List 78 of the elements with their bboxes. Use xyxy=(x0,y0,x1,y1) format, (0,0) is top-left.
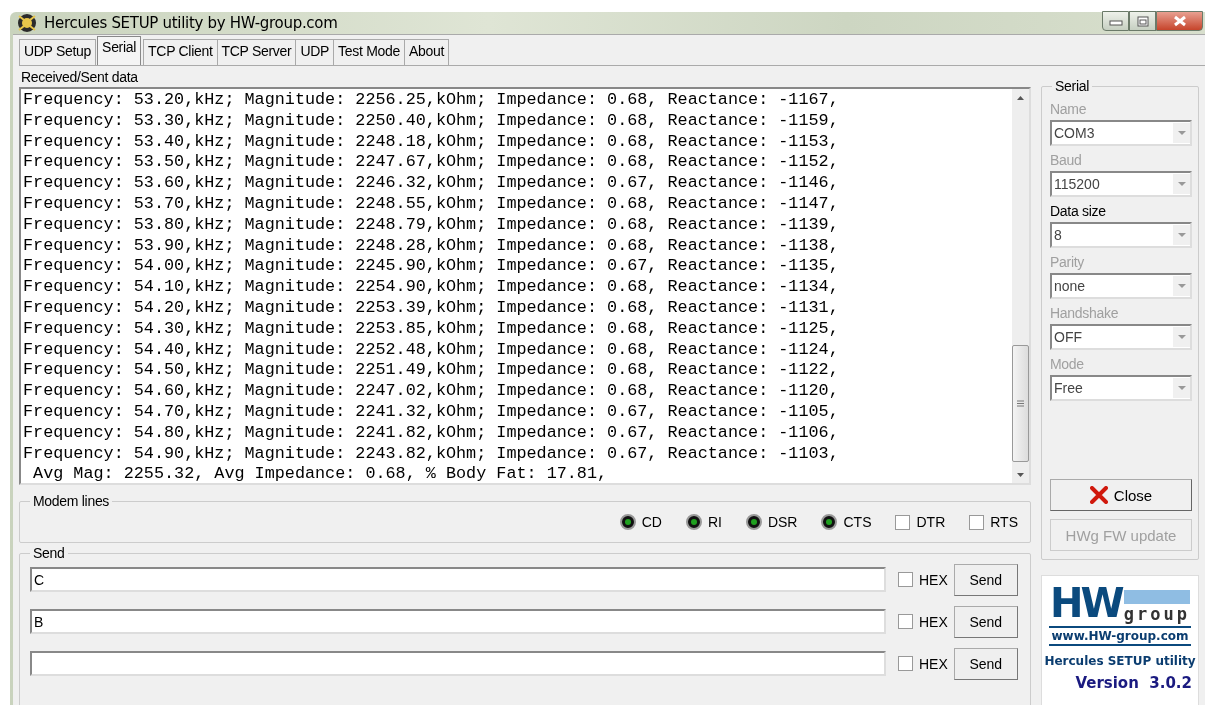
close-button[interactable] xyxy=(1156,11,1203,31)
line-label: CD xyxy=(641,514,662,530)
data-line: Frequency: 53.30,kHz; Magnitude: 2250.40,kOhm; Impedance: 0.68, Reactance: -1159, xyxy=(23,110,839,132)
field-label: Mode xyxy=(1050,356,1085,372)
group-label: Modem lines xyxy=(30,493,113,509)
dropdown-arrow-icon xyxy=(1177,182,1186,186)
send-button[interactable]: Send xyxy=(953,563,1018,596)
data-line: Frequency: 53.60,kHz; Magnitude: 2246.32,kOhm; Impedance: 0.67, Reactance: -1146, xyxy=(23,173,839,194)
cross-icon xyxy=(1089,486,1108,504)
maximize-icon xyxy=(1136,15,1149,27)
window-title: Hercules SETUP utility by HW-group.com xyxy=(44,14,338,32)
hex-label: HEX xyxy=(919,655,948,672)
send-input-field[interactable]: C xyxy=(30,567,886,592)
send-input-field[interactable] xyxy=(30,651,886,676)
data-line: Frequency: 53.20,kHz; Magnitude: 2256.25,kOhm; Impedance: 0.68, Reactance: -1167, xyxy=(23,90,839,111)
grip-icon xyxy=(1017,400,1024,407)
dropdown-arrow-icon xyxy=(1177,335,1186,339)
group-label: Serial xyxy=(1052,78,1092,94)
data-line: Frequency: 53.40,kHz; Magnitude: 2248.18,kOhm; Impedance: 0.68, Reactance: -1153, xyxy=(23,131,839,153)
tab[interactable]: UDP Setup xyxy=(19,39,97,65)
checkbox[interactable] xyxy=(895,514,911,530)
hex-checkbox[interactable] xyxy=(898,572,913,587)
send-input-field[interactable]: B xyxy=(30,609,886,634)
dropdown[interactable]: 8 xyxy=(1050,222,1192,248)
dropdown-arrow-icon xyxy=(1177,386,1186,390)
dropdown-arrow-icon xyxy=(1177,284,1186,288)
data-line: Frequency: 54.30,kHz; Magnitude: 2253.85,kOhm; Impedance: 0.68, Reactance: -1125, xyxy=(23,318,839,340)
line-label: DSR xyxy=(767,514,798,530)
group-label: Send xyxy=(30,545,68,561)
field-label: Handshake xyxy=(1050,305,1120,321)
data-line: Frequency: 54.50,kHz; Magnitude: 2251.49,kOhm; Impedance: 0.68, Reactance: -1122, xyxy=(23,360,839,382)
field-label: Parity xyxy=(1050,254,1085,270)
section-label: Received/Sent data xyxy=(21,69,139,85)
field-label: Name xyxy=(1050,101,1088,117)
scrollbar[interactable] xyxy=(1012,89,1029,483)
data-line: Frequency: 53.80,kHz; Magnitude: 2248.79,kOhm; Impedance: 0.68, Reactance: -1139, xyxy=(23,214,839,236)
minimize-button[interactable] xyxy=(1102,11,1129,31)
field-label: Baud xyxy=(1050,152,1083,168)
tab[interactable]: TCP Client xyxy=(143,39,218,65)
maximize-button[interactable] xyxy=(1129,11,1156,31)
data-line: Frequency: 54.40,kHz; Magnitude: 2252.48,kOhm; Impedance: 0.68, Reactance: -1124, xyxy=(23,339,839,361)
tab[interactable]: About xyxy=(403,39,450,65)
down-arrow-icon xyxy=(1016,471,1025,478)
field-label: Data size xyxy=(1050,203,1107,219)
data-line: Frequency: 54.00,kHz; Magnitude: 2245.90,kOhm; Impedance: 0.67, Reactance: -1135, xyxy=(23,256,839,278)
line-label: CTS xyxy=(843,514,872,530)
line-label: RI xyxy=(707,514,722,530)
data-line: Frequency: 54.10,kHz; Magnitude: 2254.90,kOhm; Impedance: 0.68, Reactance: -1134, xyxy=(23,277,839,298)
tab[interactable]: Serial xyxy=(97,36,142,65)
close-port-button[interactable]: Close xyxy=(1050,479,1192,511)
data-line: Avg Mag: 2255.32, Avg Impedance: 0.68, % Body Fat: 17.81, xyxy=(32,464,608,483)
close-icon xyxy=(1172,15,1187,27)
product-name: Hercules SETUP utility xyxy=(1044,654,1196,668)
data-line: Frequency: 54.80,kHz; Magnitude: 2241.82,kOhm; Impedance: 0.67, Reactance: -1106, xyxy=(23,422,839,444)
data-line: Frequency: 53.70,kHz; Magnitude: 2248.55,kOhm; Impedance: 0.68, Reactance: -1147, xyxy=(23,194,839,215)
line-label: RTS xyxy=(990,514,1018,530)
data-line: Frequency: 53.90,kHz; Magnitude: 2248.28,kOhm; Impedance: 0.68, Reactance: -1138, xyxy=(23,235,839,257)
hex-label: HEX xyxy=(919,571,948,588)
checkbox[interactable] xyxy=(969,514,985,530)
send-button[interactable]: Send xyxy=(953,647,1018,680)
data-line: Frequency: 54.20,kHz; Magnitude: 2253.39,kOhm; Impedance: 0.68, Reactance: -1131, xyxy=(23,297,839,319)
data-line: Frequency: 53.50,kHz; Magnitude: 2247.67,kOhm; Impedance: 0.68, Reactance: -1152, xyxy=(23,152,839,174)
logo-word: group xyxy=(1123,590,1190,622)
up-arrow-icon xyxy=(1016,94,1025,101)
logo-url: www.HW-group.com xyxy=(1049,626,1191,646)
scroll-thumb[interactable] xyxy=(1012,345,1029,462)
hex-checkbox[interactable] xyxy=(898,656,913,671)
data-line: Frequency: 54.70,kHz; Magnitude: 2241.32,kOhm; Impedance: 0.67, Reactance: -1105, xyxy=(23,401,839,423)
line-label: DTR xyxy=(916,514,946,530)
version-label: Version 3.0.2 xyxy=(1075,674,1192,692)
dropdown-arrow-icon xyxy=(1177,131,1186,135)
hex-label: HEX xyxy=(919,613,948,630)
hex-checkbox[interactable] xyxy=(898,614,913,629)
logo-mark: HW xyxy=(1050,584,1122,622)
send-button[interactable]: Send xyxy=(953,605,1018,638)
data-line: Frequency: 54.90,kHz; Magnitude: 2243.82,kOhm; Impedance: 0.67, Reactance: -1103, xyxy=(23,443,839,465)
dropdown-arrow-icon xyxy=(1177,233,1186,237)
data-line: Frequency: 54.60,kHz; Magnitude: 2247.02,kOhm; Impedance: 0.68, Reactance: -1120, xyxy=(23,381,839,402)
